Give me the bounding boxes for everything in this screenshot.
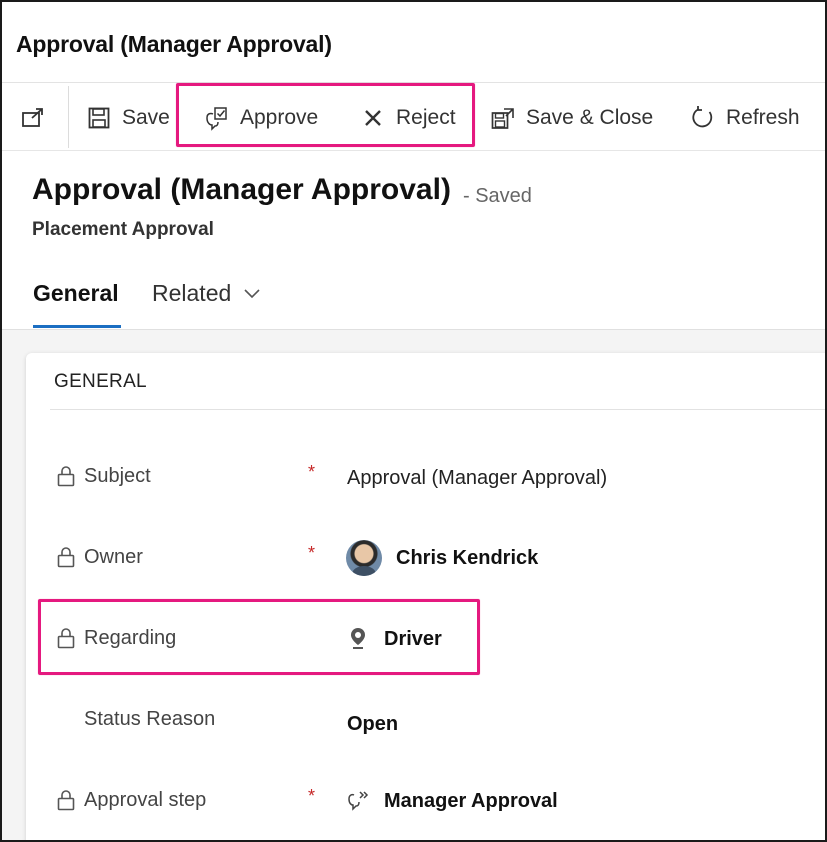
required-indicator: *	[308, 786, 316, 806]
lock-icon	[56, 545, 78, 569]
window-title: Approval (Manager Approval)	[16, 31, 332, 57]
approval-step-label: Approval step	[56, 788, 206, 812]
record-title: Approval (Manager Approval)	[32, 173, 451, 206]
owner-name: Chris Kendrick	[396, 546, 539, 569]
approval-step-icon	[346, 789, 372, 813]
section-divider	[50, 409, 825, 410]
subject-label-text: Subject	[84, 464, 151, 487]
tab-related-label: Related	[152, 280, 232, 306]
save-status: - Saved	[463, 185, 532, 207]
avatar	[346, 540, 382, 576]
subject-label: Subject	[56, 464, 151, 488]
status-reason-label: Status Reason	[84, 708, 216, 730]
tab-selected-indicator	[33, 325, 121, 328]
save-close-icon	[490, 105, 516, 131]
toolbar-divider	[68, 86, 69, 148]
record-entity-type: Placement Approval	[32, 219, 214, 240]
save-close-button[interactable]: Save & Close	[490, 98, 653, 138]
save-label: Save	[122, 106, 170, 129]
tab-general[interactable]: General	[33, 280, 119, 307]
chevron-down-icon	[243, 288, 261, 300]
save-button[interactable]: Save	[86, 98, 170, 138]
owner-label-text: Owner	[84, 545, 143, 568]
save-close-label: Save & Close	[526, 106, 654, 129]
required-indicator: *	[308, 462, 316, 482]
lock-icon	[56, 464, 78, 488]
general-section-card	[26, 353, 825, 840]
owner-label: Owner	[56, 545, 143, 569]
lock-icon	[56, 788, 78, 812]
status-reason-field[interactable]: Open	[347, 713, 398, 736]
toolbar-bottom-divider	[2, 150, 825, 151]
refresh-icon	[690, 105, 716, 131]
approve-reject-highlight	[176, 83, 475, 147]
app-window: Approval (Manager Approval) Save Approve…	[0, 0, 827, 842]
save-icon	[86, 105, 112, 131]
popout-button[interactable]	[20, 98, 56, 138]
approval-step-field[interactable]: Manager Approval	[346, 789, 558, 813]
approval-step-label-text: Approval step	[84, 788, 207, 811]
subject-field[interactable]: Approval (Manager Approval)	[347, 467, 607, 490]
approval-step-value: Manager Approval	[384, 789, 558, 812]
section-title: GENERAL	[54, 371, 147, 392]
refresh-button[interactable]: Refresh	[690, 98, 800, 138]
tab-related[interactable]: Related	[152, 280, 261, 307]
refresh-label: Refresh	[726, 106, 800, 129]
owner-field[interactable]: Chris Kendrick	[346, 540, 538, 576]
regarding-highlight	[38, 599, 480, 675]
popout-icon	[20, 105, 46, 131]
required-indicator: *	[308, 543, 316, 563]
